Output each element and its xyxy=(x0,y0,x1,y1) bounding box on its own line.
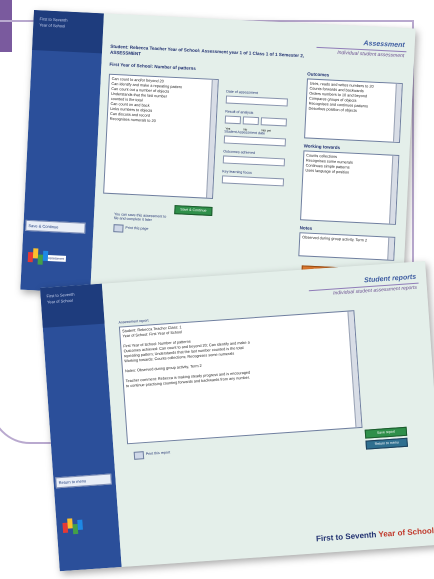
footer-part-2: Year of School xyxy=(378,526,434,539)
report-textbox[interactable]: Student: Rebecca Teacher Class: 1 Year o… xyxy=(118,310,363,445)
side-note: You can save this assessment to file and… xyxy=(113,212,167,223)
assessment-screen: First to Seventh Year of School Save & C… xyxy=(20,10,416,309)
print-icon[interactable] xyxy=(133,451,145,460)
page-title: Assessment xyxy=(363,40,405,50)
field-label-date: Date of assessment xyxy=(226,89,259,96)
notes-line: Observed during group activity, Term 2 xyxy=(302,235,368,243)
scrollbar[interactable] xyxy=(387,237,395,260)
student-reports-screen: First to Seventh Year of School Return t… xyxy=(40,261,434,572)
save-button[interactable]: Save & Continue xyxy=(174,205,213,216)
date-input[interactable] xyxy=(225,95,288,107)
program-logo xyxy=(62,516,103,539)
reports-content: Student reports Individual student asses… xyxy=(101,261,434,567)
student-heading: Student: Rebecca Teacher Year of School:… xyxy=(109,43,305,59)
main-criteria-textbox[interactable]: Can count to and/or beyond 20 Can identi… xyxy=(103,73,219,199)
outcomes-textbox[interactable]: Uses, reads and writes numbers to 20 Cou… xyxy=(304,78,403,144)
outcomes-heading: Outcomes xyxy=(307,71,330,78)
sidebar-header: First to Seventh Year of School xyxy=(32,10,104,54)
notes-heading: Notes xyxy=(299,225,313,231)
assessment-content: Assessment Individual student assessment… xyxy=(90,13,416,309)
yes-option[interactable]: Yes xyxy=(224,115,242,131)
sidebar-header: First to Seventh Year of School xyxy=(40,283,105,328)
assessment-date-input[interactable] xyxy=(223,135,287,147)
outcomes-input[interactable] xyxy=(222,155,286,167)
sidebar-title-line-2: Year of School xyxy=(39,22,66,29)
no-option[interactable]: No xyxy=(242,116,260,132)
return-to-menu-button[interactable]: Return to menu xyxy=(365,437,408,450)
report-label: Assessment report xyxy=(118,318,149,325)
sidebar-title-line-2: Year of School xyxy=(46,297,73,305)
print-report-link[interactable]: Print this report xyxy=(146,450,171,456)
save-report-button[interactable]: Save report xyxy=(364,426,408,439)
sidebar-menu-button[interactable]: Return to menu xyxy=(55,473,112,489)
print-link[interactable]: Print this page xyxy=(125,226,148,231)
logo-word: Assessment xyxy=(47,254,67,262)
program-logo: Assessment xyxy=(27,248,68,270)
notes-textbox[interactable]: Observed during group activity, Term 2 xyxy=(298,232,396,261)
field-label-focus: Key learning focus xyxy=(222,169,252,175)
working-towards-textbox[interactable]: Counts collections Recognises some numer… xyxy=(300,150,400,225)
footer-part-1: First to Seventh xyxy=(315,530,377,544)
field-label-outcomes: Outcomes achieved xyxy=(223,149,256,155)
not-yet-option[interactable]: Not yet xyxy=(260,117,288,133)
print-icon[interactable] xyxy=(113,224,124,233)
working-towards-heading: Working towards xyxy=(303,143,341,151)
footer-branding: First to Seventh Year of School xyxy=(316,526,434,543)
field-label-result: Result of analysis xyxy=(225,109,254,115)
save-continue-button[interactable]: Save & Continue xyxy=(25,219,86,234)
field-label-assessment-date: Student Assessment date xyxy=(224,129,266,136)
focus-input[interactable] xyxy=(221,175,285,187)
